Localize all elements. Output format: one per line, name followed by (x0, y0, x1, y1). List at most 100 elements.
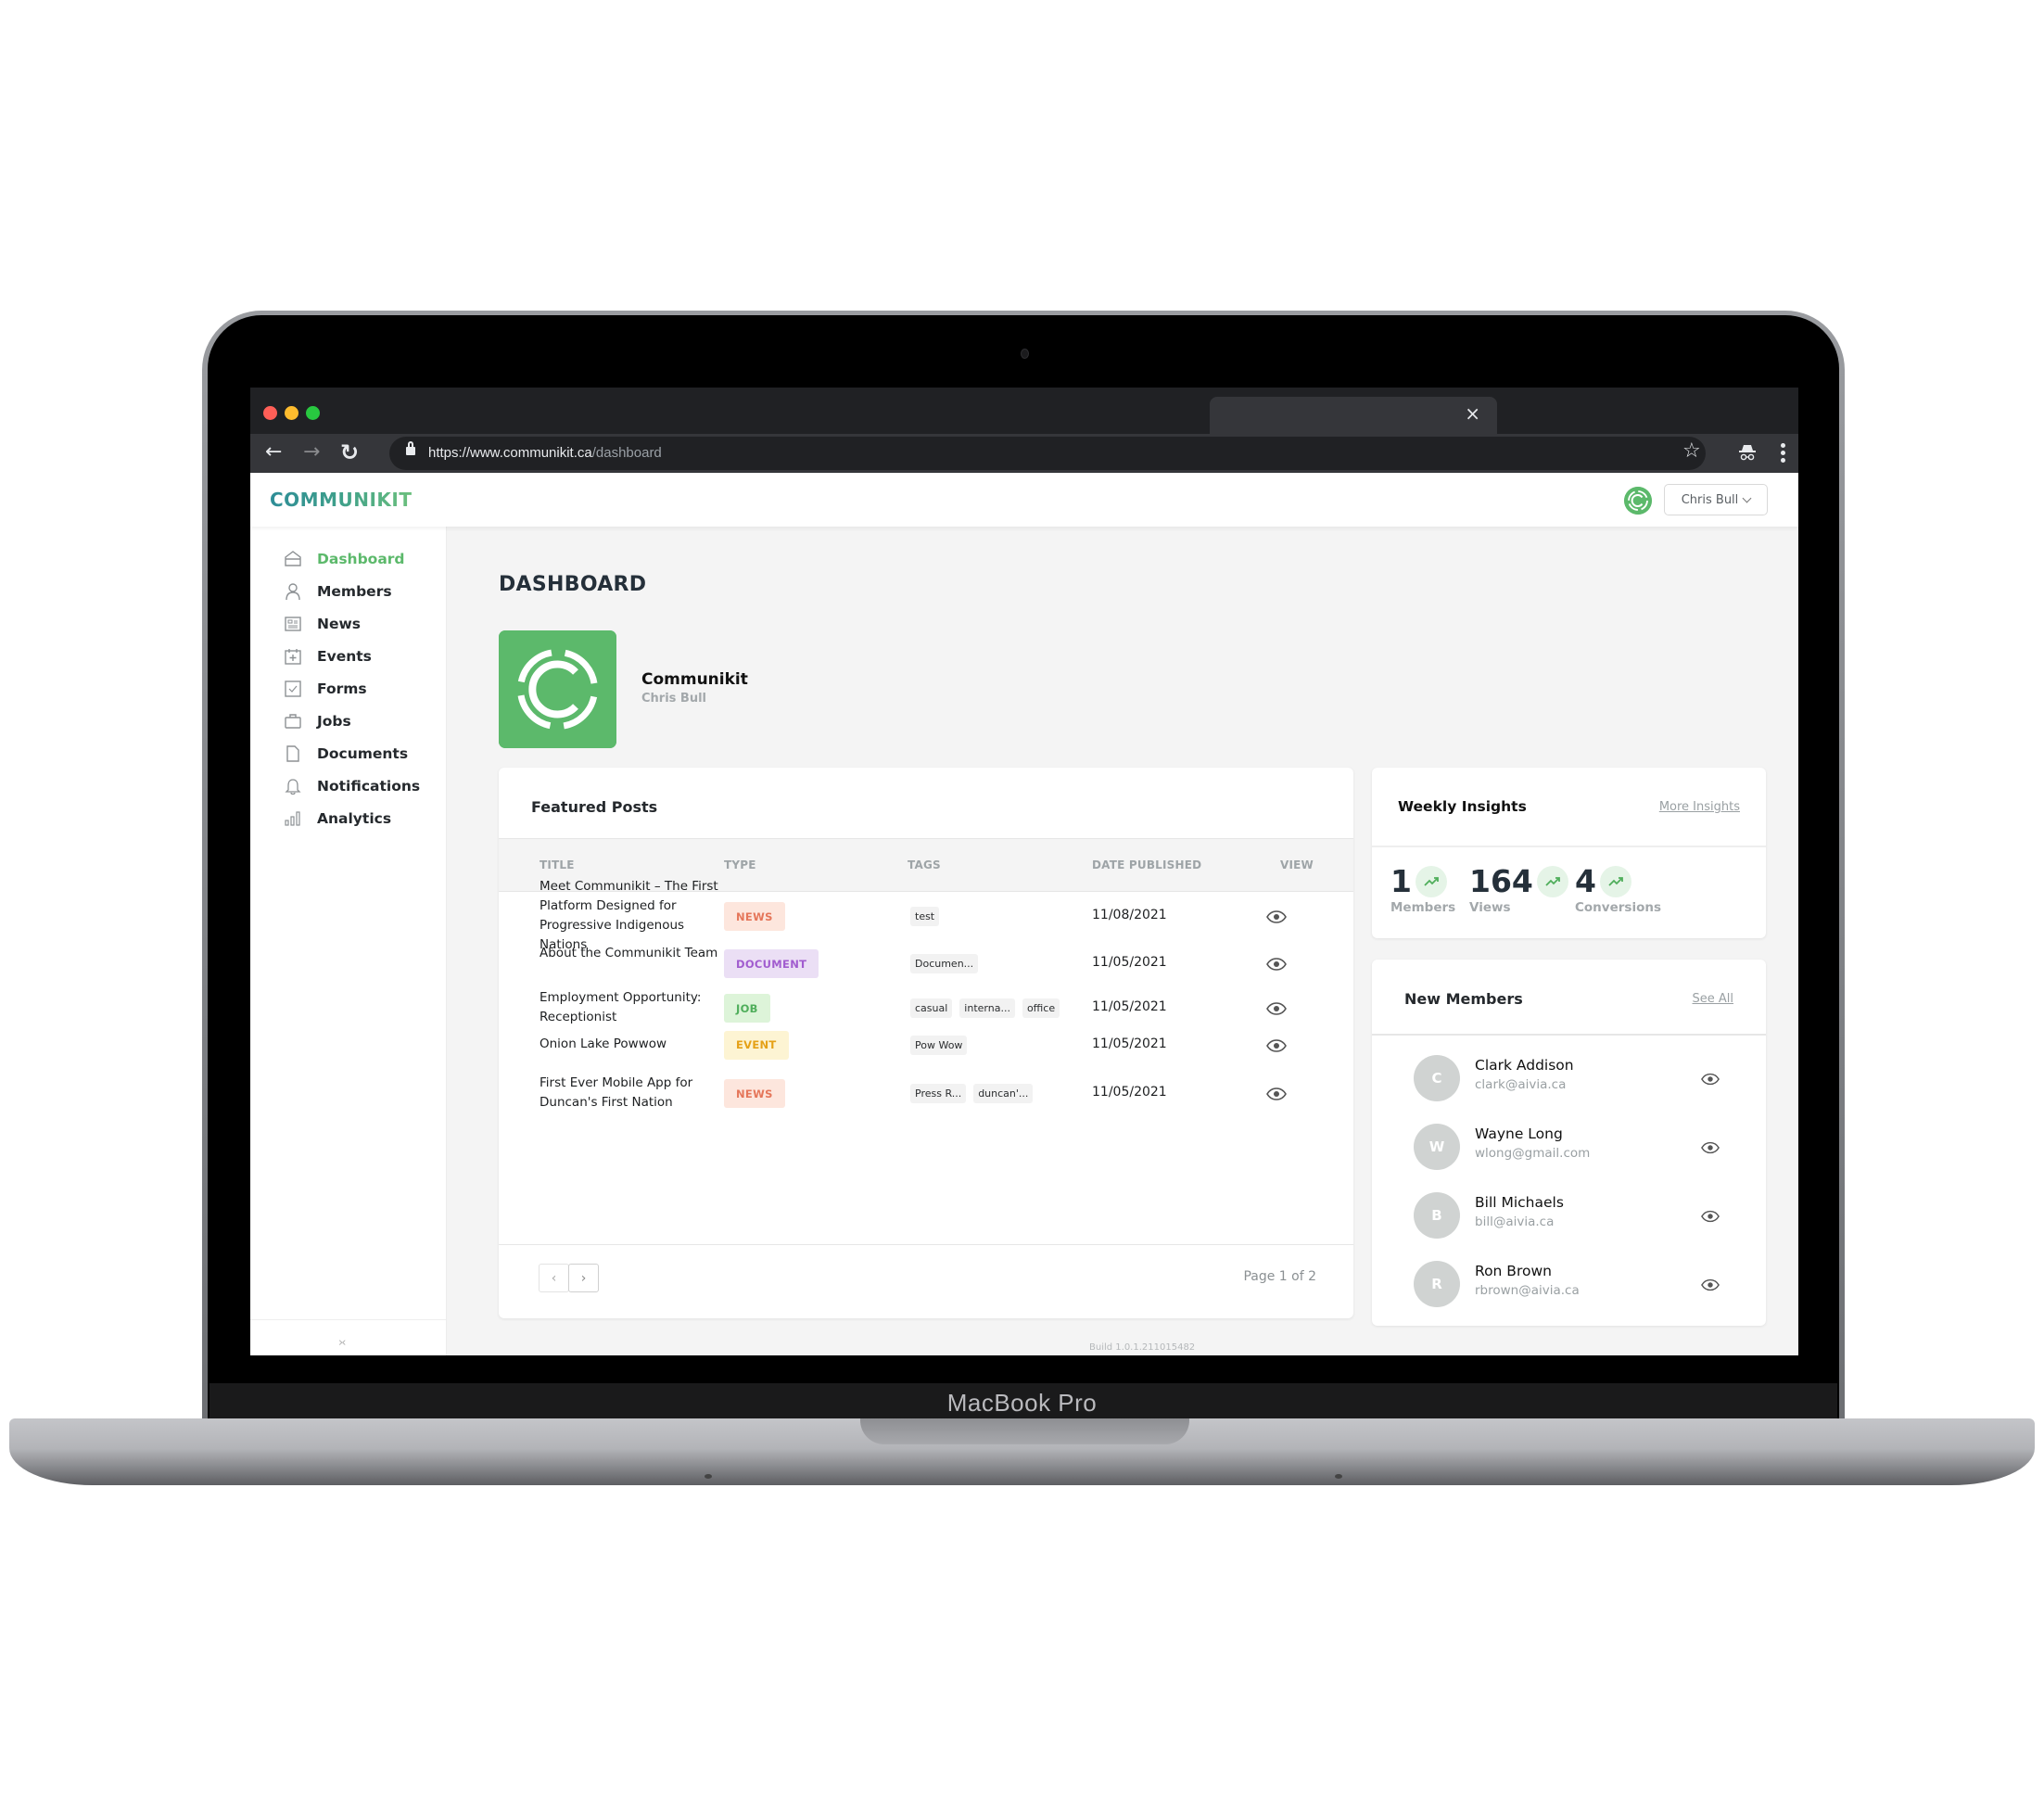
trending-up-icon (1536, 866, 1568, 897)
column-header-view[interactable]: VIEW (1280, 858, 1314, 871)
user-menu-button[interactable]: Chris Bull (1664, 484, 1768, 515)
post-title[interactable]: About the Communikit Team (540, 944, 720, 963)
sidebar-item-notifications[interactable]: Notifications (284, 772, 420, 800)
page-title: DASHBOARD (499, 573, 647, 596)
eye-icon[interactable] (1701, 1278, 1720, 1291)
post-title[interactable]: Employment Opportunity: Receptionist (540, 988, 720, 1027)
build-version: Build 1.0.1.211015482 (1089, 1342, 1196, 1353)
org-owner: Chris Bull (641, 692, 707, 706)
sidebar-item-forms[interactable]: Forms (284, 675, 367, 703)
minimize-window-button[interactable] (285, 406, 298, 420)
trending-up-icon (1599, 866, 1631, 897)
sidebar-item-dashboard[interactable]: Dashboard (284, 545, 405, 573)
eye-icon[interactable] (1266, 1038, 1287, 1052)
table-footer: ‹ › Page 1 of 2 (499, 1244, 1353, 1318)
calendar-plus-icon (284, 647, 302, 666)
tag-chip: casual (910, 998, 953, 1018)
eye-icon[interactable] (1266, 909, 1287, 923)
sidebar-item-label: Documents (317, 745, 409, 762)
weekly-insights-title: Weekly Insights (1398, 798, 1527, 815)
member-list-item[interactable]: B Bill Michaels bill@aivia.ca (1414, 1192, 1729, 1239)
stat-value: 164 (1469, 863, 1533, 899)
sidebar-item-news[interactable]: News (284, 610, 361, 638)
sidebar-item-events[interactable]: Events (284, 642, 372, 670)
member-list-item[interactable]: R Ron Brown rbrown@aivia.ca (1414, 1261, 1729, 1307)
date-published: 11/05/2021 (1092, 1036, 1167, 1051)
date-published: 11/05/2021 (1092, 1085, 1167, 1100)
sidebar-item-label: Dashboard (317, 551, 405, 567)
tag-list: Press R... duncan'... (910, 1084, 1034, 1103)
back-button[interactable]: ← (265, 441, 282, 464)
sidebar-item-label: Forms (317, 680, 367, 697)
eye-icon[interactable] (1701, 1072, 1720, 1086)
user-icon (284, 582, 302, 601)
stat-views: 164 Views (1469, 864, 1568, 915)
org-name: Communikit (641, 670, 748, 689)
member-name: Clark Addison (1475, 1057, 1574, 1074)
eye-icon[interactable] (1701, 1209, 1720, 1223)
sidebar-item-analytics[interactable]: Analytics (284, 805, 391, 833)
browser-toolbar: ← → ↻ https://www.communikit.ca/dashboar… (250, 434, 1798, 473)
tab-close-icon[interactable]: × (1465, 402, 1480, 425)
type-badge: NEWS (724, 1079, 785, 1108)
sidebar-divider (250, 1319, 446, 1320)
sidebar-item-label: Members (317, 583, 392, 600)
avatar: B (1414, 1192, 1460, 1239)
type-badge: DOCUMENT (724, 949, 819, 978)
document-icon (284, 744, 302, 763)
briefcase-icon (284, 712, 302, 731)
stat-value: 4 (1575, 863, 1596, 899)
see-all-members-link[interactable]: See All (1693, 992, 1734, 1006)
bar-chart-icon (284, 809, 302, 828)
tag-chip: test (910, 907, 940, 926)
prev-page-button[interactable]: ‹ (539, 1264, 569, 1292)
close-window-button[interactable] (263, 406, 277, 420)
member-email: rbrown@aivia.ca (1475, 1283, 1580, 1298)
stat-label: Views (1469, 900, 1511, 915)
collapse-sidebar-button[interactable]: ›‹ (338, 1336, 347, 1350)
url-path: /dashboard (591, 445, 662, 461)
sidebar-item-members[interactable]: Members (284, 578, 392, 605)
camera (1021, 349, 1029, 359)
browser-tab[interactable]: × (1210, 397, 1497, 436)
post-title[interactable]: First Ever Mobile App for Duncan's First… (540, 1074, 720, 1113)
column-header-title[interactable]: TITLE (540, 858, 575, 871)
eye-icon[interactable] (1266, 1087, 1287, 1100)
more-insights-link[interactable]: More Insights (1659, 800, 1740, 814)
member-list-item[interactable]: C Clark Addison clark@aivia.ca (1414, 1055, 1729, 1101)
org-logo (499, 630, 616, 748)
page-info: Page 1 of 2 (1243, 1269, 1316, 1284)
next-page-button[interactable]: › (568, 1264, 599, 1292)
forward-button[interactable]: → (303, 441, 320, 464)
post-title[interactable]: Onion Lake Powwow (540, 1035, 720, 1054)
sidebar-item-documents[interactable]: Documents (284, 740, 408, 768)
eye-icon[interactable] (1266, 1001, 1287, 1015)
column-header-date[interactable]: DATE PUBLISHED (1092, 858, 1201, 871)
column-header-tags[interactable]: TAGS (908, 858, 941, 871)
tag-chip: Press R... (910, 1084, 967, 1103)
divider (1372, 846, 1766, 847)
column-header-type[interactable]: TYPE (724, 858, 756, 871)
sidebar-item-label: Jobs (317, 713, 351, 730)
bookmark-star-icon[interactable]: ☆ (1682, 439, 1701, 463)
browser-menu-icon[interactable] (1781, 443, 1786, 464)
laptop-foot (705, 1474, 712, 1479)
new-members-title: New Members (1404, 990, 1523, 1008)
eye-icon[interactable] (1266, 957, 1287, 971)
member-name: Wayne Long (1475, 1125, 1563, 1142)
checkbox-icon (284, 680, 302, 698)
reload-button[interactable]: ↻ (340, 441, 359, 464)
eye-icon[interactable] (1701, 1140, 1720, 1154)
incognito-icon[interactable] (1738, 443, 1757, 462)
brand-logo[interactable]: COMMUNIKIT (270, 489, 413, 511)
chevron-down-icon (1742, 493, 1752, 502)
type-badge: JOB (724, 994, 770, 1023)
maximize-window-button[interactable] (306, 406, 320, 420)
url-text: https://www.communikit.ca/dashboard (428, 445, 662, 461)
address-bar[interactable]: https://www.communikit.ca/dashboard (389, 437, 1706, 470)
tag-list: Documen... (910, 954, 979, 973)
member-list-item[interactable]: W Wayne Long wlong@gmail.com (1414, 1124, 1729, 1170)
url-host: https://www.communikit.ca (428, 445, 592, 461)
sidebar-item-jobs[interactable]: Jobs (284, 707, 351, 735)
user-name: Chris Bull (1681, 492, 1739, 507)
